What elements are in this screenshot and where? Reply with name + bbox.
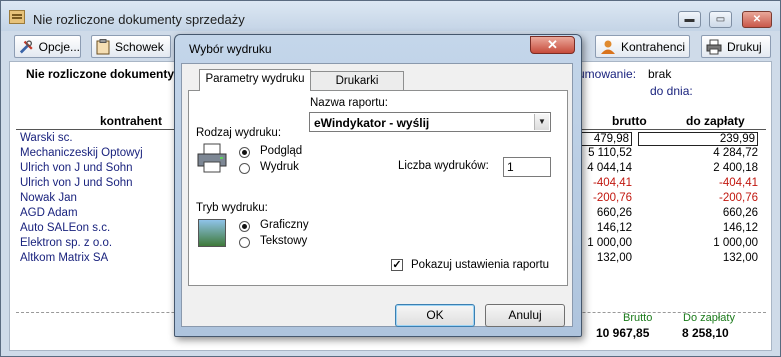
row-to-pay: 4 284,72 — [713, 147, 758, 159]
row-contractor: Ulrich von J und Sohn — [20, 162, 133, 174]
copies-input[interactable]: 1 — [503, 157, 551, 177]
to-date-label: do dnia: — [650, 84, 693, 98]
report-title: Nie rozliczone dokumenty — [26, 67, 175, 81]
clipboard-button-label: Schowek — [115, 39, 164, 54]
contractors-button[interactable]: Kontrahenci — [595, 35, 690, 58]
row-to-pay: 660,26 — [722, 207, 758, 219]
radio-graphic[interactable] — [239, 221, 250, 232]
row-to-pay: 1 000,00 — [713, 237, 758, 249]
ok-button[interactable]: OK — [395, 304, 475, 327]
app-icon — [9, 10, 25, 24]
clipboard-icon — [96, 38, 110, 54]
radio-preview-label: Podgląd — [260, 145, 303, 157]
copies-label: Liczba wydruków: — [398, 160, 489, 172]
footer-gross-total: 10 967,85 — [596, 326, 650, 340]
minimize-button[interactable]: ▬ — [678, 11, 701, 28]
print-button-label: Drukuj — [727, 39, 762, 54]
print-button[interactable]: Drukuj — [701, 35, 771, 58]
maximize-button[interactable]: ▭ — [709, 11, 732, 28]
row-to-pay: 132,00 — [722, 252, 758, 264]
footer-to-pay-total: 8 258,10 — [682, 326, 729, 340]
tools-icon — [19, 39, 33, 53]
dialog-body: Parametry wydruku Drukarki Nazwa raportu… — [181, 63, 573, 327]
report-name-select[interactable]: eWindykator - wyślij ▼ — [309, 112, 551, 132]
doc-note-label: umowanie: — [578, 67, 637, 81]
radio-print-label: Wydruk — [260, 161, 299, 173]
dialog-title: Wybór wydruku — [189, 42, 272, 56]
row-contractor: Altkom Matrix SA — [20, 252, 109, 264]
clipboard-button[interactable]: Schowek — [91, 35, 171, 58]
row-to-pay: 146,12 — [722, 222, 758, 234]
print-mode-label: Tryb wydruku: — [196, 202, 268, 214]
row-to-pay: 2 400,18 — [713, 162, 758, 174]
radio-print[interactable] — [239, 163, 250, 174]
options-button-label: Opcje... — [38, 39, 80, 54]
radio-text-label: Tekstowy — [260, 235, 308, 247]
person-icon — [601, 40, 615, 54]
tab-print-parameters[interactable]: Parametry wydruku — [199, 69, 311, 91]
row-to-pay: 239,99 — [638, 132, 758, 146]
printer-icon — [706, 39, 722, 54]
show-settings-label: Pokazuj ustawienia raportu — [411, 259, 550, 271]
main-title-bar: Nie rozliczone dokumenty sprzedaży ▬ ▭ ✕ — [1, 1, 780, 31]
col-to-pay: do zapłaty — [686, 114, 745, 128]
doc-note-value: brak — [648, 67, 672, 81]
contractors-button-label: Kontrahenci — [621, 39, 686, 54]
row-to-pay: -200,76 — [718, 192, 758, 204]
row-contractor: Warski sc. — [20, 132, 73, 144]
col-contractor: kontrahent — [100, 114, 163, 128]
options-button[interactable]: Opcje... — [14, 35, 81, 58]
row-contractor: Auto SALEon s.c. — [20, 222, 111, 234]
main-close-button[interactable]: ✕ — [742, 11, 772, 28]
report-name-label: Nazwa raportu: — [310, 97, 388, 109]
chevron-down-icon[interactable]: ▼ — [534, 114, 549, 130]
report-name-value: eWindykator - wyślij — [314, 116, 430, 130]
main-window-title: Nie rozliczone dokumenty sprzedaży — [33, 12, 245, 27]
radio-text[interactable] — [239, 237, 250, 248]
radio-graphic-label: Graficzny — [260, 219, 309, 231]
row-to-pay: -404,41 — [718, 177, 758, 189]
print-dialog: Wybór wydruku ✕ Parametry wydruku Drukar… — [174, 34, 582, 337]
row-contractor: Ulrich von J und Sohn — [20, 177, 133, 189]
print-type-label: Rodzaj wydruku: — [196, 127, 282, 139]
row-contractor: Elektron sp. z o.o. — [20, 237, 113, 249]
col-gross: brutto — [612, 114, 647, 128]
show-settings-checkbox[interactable]: ✓ — [391, 259, 403, 271]
row-contractor: Nowak Jan — [20, 192, 77, 204]
graphic-mode-icon — [198, 219, 226, 247]
cancel-button[interactable]: Anuluj — [485, 304, 565, 327]
printer-icon — [197, 143, 227, 173]
footer-gross-label: Brutto — [623, 312, 653, 324]
row-contractor: Mechaniczeskij Optowyj — [20, 147, 143, 159]
tab-printers[interactable]: Drukarki — [310, 71, 404, 91]
radio-preview[interactable] — [239, 147, 250, 158]
row-contractor: AGD Adam — [20, 207, 78, 219]
footer-to-pay-label: Do zapłaty — [683, 312, 735, 324]
dialog-close-button[interactable]: ✕ — [530, 36, 575, 54]
